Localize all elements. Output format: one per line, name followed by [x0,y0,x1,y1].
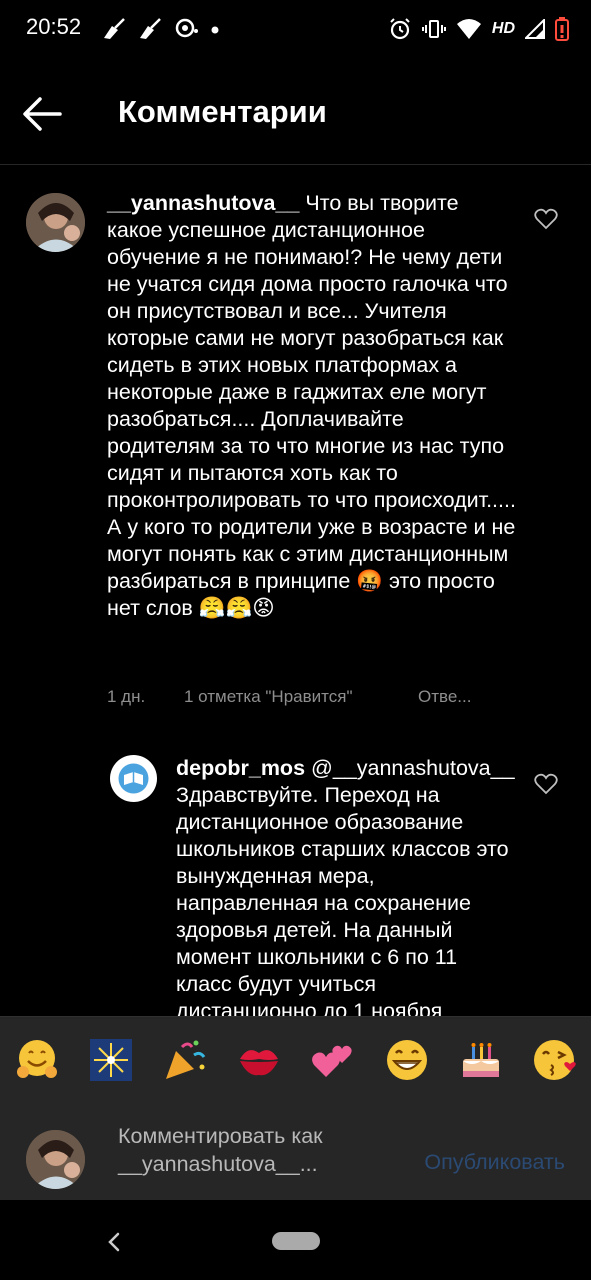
comments-list[interactable]: __yannashutova__ Что вы творите какое ус… [0,165,591,1016]
arrow-left-icon [23,97,62,131]
avatar[interactable] [26,193,85,252]
network-type-label: HD [491,20,515,37]
comment-input[interactable]: Комментировать как __yannashutova__... [118,1122,398,1178]
system-icons: HD [388,14,569,44]
back-button[interactable] [20,92,68,136]
like-button[interactable] [534,208,558,230]
wifi-icon [456,19,481,39]
emoji-quick-bar [0,1016,591,1103]
sparkler-emoji-button[interactable] [88,1037,134,1083]
like-button[interactable] [534,773,558,795]
broom-notification-icon [104,18,125,39]
current-user-avatar [26,1130,85,1189]
system-nav-bar [0,1200,591,1280]
publish-button[interactable]: Опубликовать [424,1150,565,1175]
heart-outline-icon [534,208,558,230]
header-bar: Комментарии [0,60,591,165]
battery-low-icon [555,17,569,41]
alarm-icon [390,18,410,40]
kiss-mark-emoji-button[interactable] [236,1037,282,1083]
status-bar: 20:52 HD [0,0,591,60]
party-popper-emoji-button[interactable] [162,1037,208,1083]
birthday-cake-emoji-button[interactable] [458,1037,504,1083]
notification-icons [102,14,220,44]
reply-body: Здравствуйте. Переход на дистанционное о… [176,783,509,1016]
signal-icon [525,19,545,39]
status-time: 20:52 [26,14,82,39]
face-blowing-kiss-emoji-button[interactable] [532,1037,578,1083]
system-back-icon[interactable] [100,1228,128,1256]
comment-input-placeholder: __yannashutova__... [118,1152,318,1176]
broom-notification-icon [140,18,161,39]
reply-button[interactable]: Отве... [418,687,471,707]
reply-text: depobr_mos @__yannashutova__ Здравствуйт… [176,755,516,1016]
comment-input-placeholder: Комментировать как [118,1124,323,1148]
vibrate-icon [421,20,446,38]
heart-outline-icon [534,773,558,795]
reply-mention[interactable]: @__yannashutova__ [311,756,515,780]
dot-notification-icon [211,26,219,34]
reply-username[interactable]: depobr_mos [176,756,305,780]
comment-time: 1 дн. [107,687,146,706]
hugging-face-emoji-button[interactable] [14,1037,60,1083]
comment-body: Что вы творите какое успешное дистанцион… [107,191,516,620]
system-home-pill[interactable] [272,1232,320,1250]
comment-composer: Комментировать как __yannashutova__... О… [0,1102,591,1200]
comment-text: __yannashutova__ Что вы творите какое ус… [107,190,517,622]
revolving-hearts-emoji-button[interactable] [310,1037,356,1083]
comment-likes-link[interactable]: 1 отметка "Нравится" [184,687,352,707]
page-title: Комментарии [118,94,327,129]
chat-notification-icon [175,18,198,38]
grinning-face-emoji-button[interactable] [384,1037,430,1083]
depobr-logo-icon [110,755,157,802]
avatar[interactable] [110,755,157,802]
comment-username[interactable]: __yannashutova__ [107,191,299,215]
